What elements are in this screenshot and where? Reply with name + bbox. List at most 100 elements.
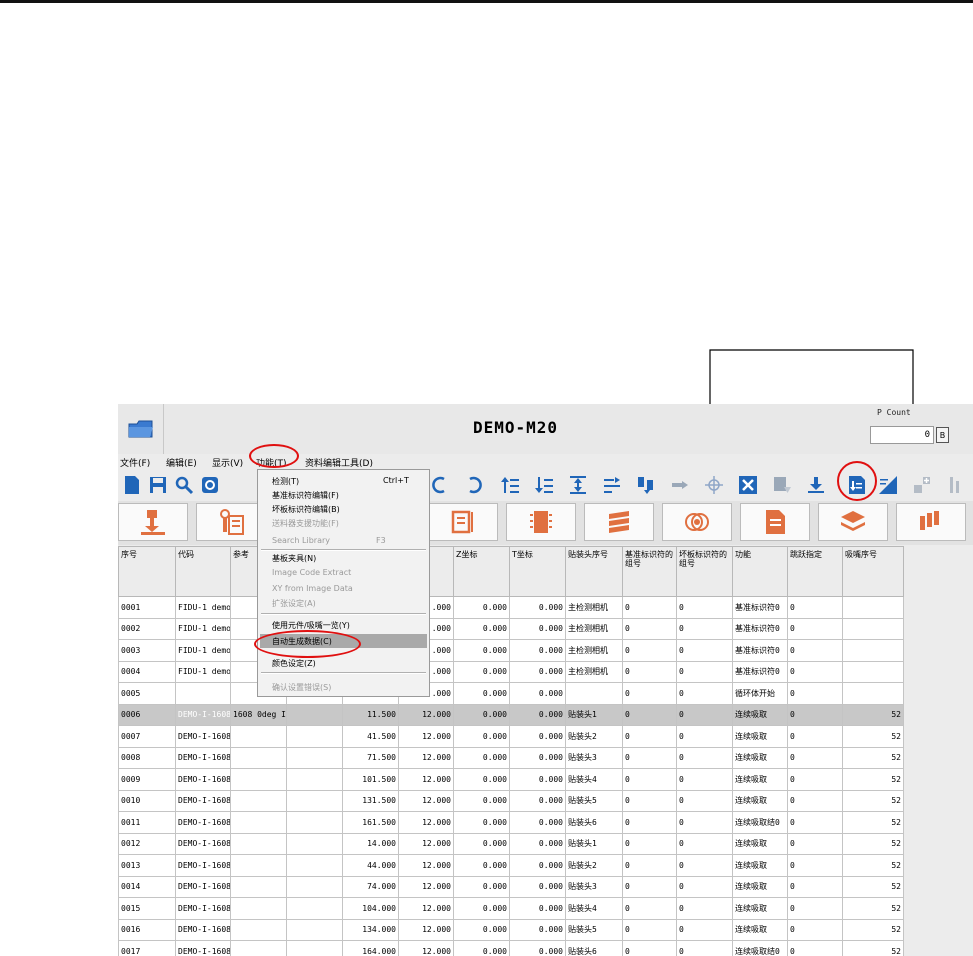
table-cell[interactable]: DEMO-I-1608 xyxy=(175,746,231,769)
table-row[interactable]: 0012 DEMO-I-1608 14.000 12.000 0.000 0.000 贴装头… xyxy=(118,832,904,855)
table-cell[interactable]: 12.000 xyxy=(398,703,454,726)
table-cell[interactable]: 0 xyxy=(676,897,733,920)
table-cell[interactable]: 0.000 xyxy=(509,897,566,920)
table-cell[interactable]: 0.000 xyxy=(453,811,510,834)
table-cell[interactable]: 0 xyxy=(622,746,677,769)
table-cell[interactable]: 贴装头2 xyxy=(565,854,623,877)
table-cell[interactable]: 0.000 xyxy=(509,596,566,619)
table-cell[interactable]: 基准标识符0 xyxy=(732,617,788,640)
table-cell[interactable]: 74.000 xyxy=(342,875,399,898)
save-icon[interactable] xyxy=(148,475,168,495)
table-cell[interactable]: 贴装头5 xyxy=(565,789,623,812)
table-cell[interactable] xyxy=(286,940,343,956)
table-cell[interactable]: 0.000 xyxy=(509,682,566,705)
table-row[interactable]: 0015 DEMO-I-1608 104.000 12.000 0.000 0.000 贴装… xyxy=(118,897,904,920)
table-cell[interactable]: 循环体开始 xyxy=(732,682,788,705)
menu-item-board-fixture[interactable]: 基板夹具(N) xyxy=(272,553,316,564)
table-cell[interactable] xyxy=(286,811,343,834)
table-cell[interactable]: 0 xyxy=(787,725,843,748)
table-cell[interactable]: 贴装头1 xyxy=(565,832,623,855)
table-cell[interactable]: 0.000 xyxy=(509,660,566,683)
table-cell[interactable]: 连续吸取 xyxy=(732,832,788,855)
reel-button[interactable] xyxy=(662,503,732,541)
table-cell[interactable]: 0.000 xyxy=(453,918,510,941)
table-cell[interactable]: 连续吸取 xyxy=(732,746,788,769)
table-cell[interactable]: 0.000 xyxy=(453,854,510,877)
table-cell[interactable]: 0 xyxy=(622,660,677,683)
menu-item-image-code-extract[interactable]: Image Code Extract xyxy=(272,568,351,577)
table-cell[interactable]: 0 xyxy=(622,918,677,941)
table-cell[interactable]: 52 xyxy=(842,918,904,941)
table-cell[interactable] xyxy=(286,746,343,769)
column-header[interactable]: 基准标识符的组号 xyxy=(622,546,677,597)
table-cell[interactable]: 0 xyxy=(787,660,843,683)
menu-item-check-errors[interactable]: 确认设置错误(S) xyxy=(272,682,331,693)
table-cell[interactable]: DEMO-I-1608 xyxy=(175,789,231,812)
table-cell[interactable]: 主检测相机 xyxy=(565,660,623,683)
table-cell[interactable]: 71.500 xyxy=(342,746,399,769)
table-cell[interactable] xyxy=(230,811,287,834)
table-cell[interactable]: FIDU-1 demo xyxy=(175,639,231,662)
chip-button[interactable] xyxy=(506,503,576,541)
table-cell[interactable]: 0003 xyxy=(118,639,176,662)
move-icon[interactable] xyxy=(636,475,656,495)
table-cell[interactable]: 1608 0deg I xyxy=(230,703,287,726)
table-cell[interactable]: 0.000 xyxy=(509,854,566,877)
table-cell[interactable]: 贴装头1 xyxy=(565,703,623,726)
table-cell[interactable]: FIDU-1 demo xyxy=(175,596,231,619)
table-cell[interactable]: 12.000 xyxy=(398,918,454,941)
table-cell[interactable]: 连续吸取 xyxy=(732,854,788,877)
table-cell[interactable]: 0 xyxy=(622,639,677,662)
table-cell[interactable]: 0015 xyxy=(118,897,176,920)
table-cell[interactable]: 0 xyxy=(676,940,733,956)
align-icon[interactable] xyxy=(568,475,588,495)
menu-view[interactable]: 显示(V) xyxy=(212,456,243,469)
table-cell[interactable] xyxy=(230,854,287,877)
table-cell[interactable]: 0009 xyxy=(118,768,176,791)
table-cell[interactable]: 0 xyxy=(787,940,843,956)
table-cell[interactable] xyxy=(286,897,343,920)
table-row[interactable]: 0006 DEMO-I-1608 1608 0deg I 11.500 12.000 0.… xyxy=(118,703,904,726)
table-cell[interactable]: 0 xyxy=(787,703,843,726)
table-cell[interactable]: 0.000 xyxy=(509,811,566,834)
menu-data-tools[interactable]: 资料编辑工具(D) xyxy=(305,456,373,469)
table-cell[interactable]: 连续吸取 xyxy=(732,789,788,812)
table-cell[interactable]: 0 xyxy=(622,875,677,898)
table-cell[interactable] xyxy=(286,789,343,812)
table-cell[interactable]: DEMO-I-1608 xyxy=(175,940,231,956)
table-cell[interactable]: 52 xyxy=(842,875,904,898)
menu-edit[interactable]: 编辑(E) xyxy=(166,456,197,469)
table-cell[interactable]: 0004 xyxy=(118,660,176,683)
table-cell[interactable]: 0 xyxy=(622,768,677,791)
table-cell[interactable]: 104.000 xyxy=(342,897,399,920)
table-cell[interactable] xyxy=(842,639,904,662)
table-cell[interactable]: 0 xyxy=(787,596,843,619)
table-cell[interactable]: 12.000 xyxy=(398,875,454,898)
table-row[interactable]: 0008 DEMO-I-1608 71.500 12.000 0.000 0.000 贴装头… xyxy=(118,746,904,769)
delete-icon[interactable] xyxy=(738,475,758,495)
table-cell[interactable]: 12.000 xyxy=(398,725,454,748)
nozzle-icon[interactable] xyxy=(670,475,690,495)
table-cell[interactable]: 基准标识符0 xyxy=(732,660,788,683)
table-cell[interactable]: 12.000 xyxy=(398,811,454,834)
table-cell[interactable]: 主检测相机 xyxy=(565,639,623,662)
table-cell[interactable]: 0.000 xyxy=(509,768,566,791)
table-cell[interactable]: 0.000 xyxy=(453,832,510,855)
table-cell[interactable]: DEMO-I-1608 xyxy=(175,918,231,941)
table-cell[interactable]: 0017 xyxy=(118,940,176,956)
table-cell[interactable]: 0 xyxy=(676,768,733,791)
table-cell[interactable] xyxy=(286,918,343,941)
table-cell[interactable] xyxy=(230,940,287,956)
table-cell[interactable]: 0 xyxy=(787,682,843,705)
table-cell[interactable]: 0010 xyxy=(118,789,176,812)
table-cell[interactable]: 0 xyxy=(676,703,733,726)
table-cell[interactable] xyxy=(286,703,343,726)
table-cell[interactable]: 连续吸取 xyxy=(732,918,788,941)
table-cell[interactable]: 0005 xyxy=(118,682,176,705)
table-cell[interactable]: 0 xyxy=(622,789,677,812)
menu-item-bad-mark-edit[interactable]: 坏板标识符编辑(B) xyxy=(272,504,340,515)
table-cell[interactable]: DEMO-I-1608 xyxy=(175,854,231,877)
menu-item-fiducial-edit[interactable]: 基准标识符编辑(F) xyxy=(272,490,339,501)
table-cell[interactable] xyxy=(230,897,287,920)
table-cell[interactable]: 12.000 xyxy=(398,940,454,956)
